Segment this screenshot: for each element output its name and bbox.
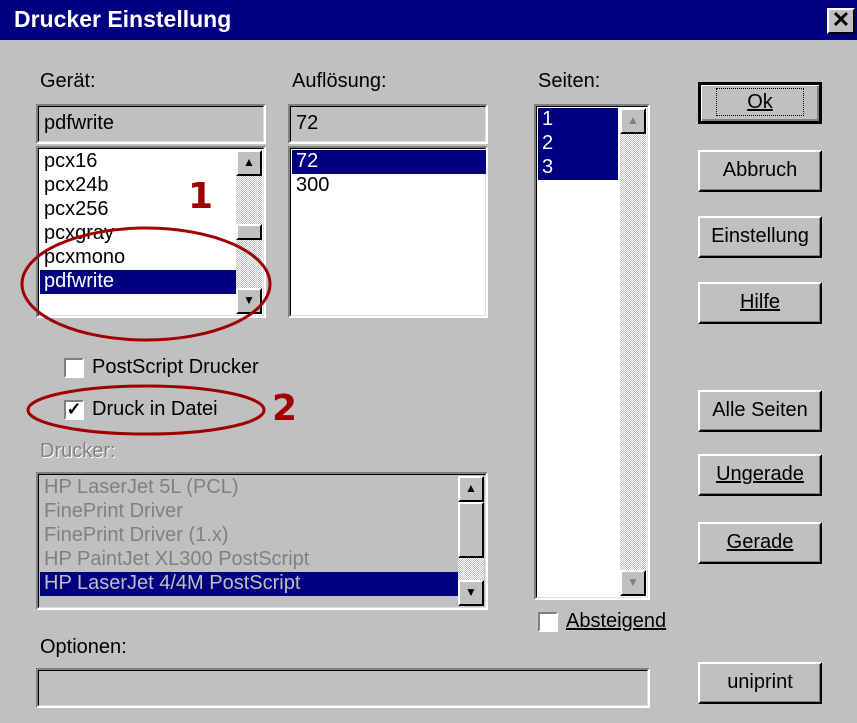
list-item[interactable]: pdfwrite [40, 270, 240, 294]
options-label: Optionen: [40, 636, 127, 658]
device-list: pcx16 pcx24b pcx256 pcxgray pcxmono pdfwrite [40, 150, 240, 294]
pages-listbox[interactable]: 123 ▲ ▼ [534, 104, 650, 600]
arrow-up-icon: ▲ [627, 113, 639, 127]
list-item[interactable]: 300 [292, 174, 486, 198]
list-item[interactable]: pcx16 [40, 150, 240, 174]
scroll-down-button[interactable]: ▼ [458, 580, 484, 606]
resolution-field-value: 72 [296, 112, 319, 134]
scroll-up-button[interactable]: ▲ [236, 150, 262, 176]
device-listbox[interactable]: pcx16 pcx24b pcx256 pcxgray pcxmono pdfwrite … [36, 146, 266, 318]
pages-scrollbar[interactable]: ▲ ▼ [620, 108, 646, 596]
settings-button[interactable]: Einstellung [698, 216, 822, 258]
device-field: pdfwrite [36, 104, 266, 144]
help-button[interactable]: Hilfe [698, 282, 822, 324]
list-item[interactable]: pcxgray [40, 222, 240, 246]
title-bar: Drucker Einstellung ✕ [0, 0, 857, 40]
printer-scrollbar[interactable]: ▲ ▼ [458, 476, 484, 606]
device-scrollbar[interactable]: ▲ ▼ [236, 150, 262, 314]
resolution-listbox[interactable]: 72 300 [288, 146, 488, 318]
printer-label: Drucker: [40, 440, 116, 462]
scroll-down-button[interactable]: ▼ [236, 288, 262, 314]
resolution-label: Auflösung: [292, 70, 387, 92]
window-title: Drucker Einstellung [14, 6, 232, 32]
pages-list: 123 [538, 108, 618, 180]
arrow-up-icon: ▲ [465, 481, 477, 495]
device-label: Gerät: [40, 70, 96, 92]
list-item[interactable]: 72 [292, 150, 486, 174]
postscript-checkbox-label: PostScript Drucker [92, 356, 259, 378]
scroll-up-button[interactable]: ▲ [620, 108, 646, 134]
printer-listbox[interactable]: HP LaserJet 5L (PCL) FinePrint Driver Fine… [36, 472, 488, 610]
arrow-down-icon: ▼ [465, 585, 477, 599]
list-item[interactable]: 3 [538, 156, 618, 180]
descending-label: Absteigend [566, 610, 667, 632]
device-field-value: pdfwrite [44, 112, 115, 134]
list-item[interactable]: pcxmono [40, 246, 240, 270]
annotation-number-1: 1 [188, 176, 214, 217]
all-pages-button[interactable]: Alle Seiten [698, 390, 822, 432]
pages-label: Seiten: [538, 70, 601, 92]
list-item[interactable]: 1 [538, 108, 618, 132]
scroll-thumb[interactable] [458, 502, 484, 558]
even-pages-button[interactable]: Gerade [698, 522, 822, 564]
list-item[interactable]: 2 [538, 132, 618, 156]
resolution-field: 72 [288, 104, 488, 144]
checkmark-icon[interactable]: ✓ [64, 400, 84, 420]
scroll-thumb[interactable] [236, 224, 262, 240]
close-icon: ✕ [831, 7, 851, 32]
list-item[interactable]: HP PaintJet XL300 PostScript [40, 548, 460, 572]
list-item[interactable]: FinePrint Driver (1.x) [40, 524, 460, 548]
cancel-button[interactable]: Abbruch [698, 150, 822, 192]
list-item[interactable]: FinePrint Driver [40, 500, 460, 524]
annotation-number-2: 2 [272, 388, 298, 429]
ok-button[interactable]: Ok [698, 82, 822, 124]
resolution-list: 72 300 [292, 150, 486, 198]
options-field[interactable] [36, 668, 650, 708]
arrow-up-icon: ▲ [243, 155, 255, 169]
odd-pages-button[interactable]: Ungerade [698, 454, 822, 496]
scroll-down-button[interactable]: ▼ [620, 570, 646, 596]
list-item[interactable]: HP LaserJet 4/4M PostScript [40, 572, 460, 596]
uniprint-button[interactable]: uniprint [698, 662, 822, 704]
checkbox-box[interactable] [538, 612, 558, 632]
close-button[interactable]: ✕ [827, 8, 855, 34]
printer-list: HP LaserJet 5L (PCL) FinePrint Driver Fine… [40, 476, 460, 596]
arrow-down-icon: ▼ [243, 293, 255, 307]
checkbox-box[interactable] [64, 358, 84, 378]
arrow-down-icon: ▼ [627, 575, 639, 589]
scroll-up-button[interactable]: ▲ [458, 476, 484, 502]
list-item[interactable]: HP LaserJet 5L (PCL) [40, 476, 460, 500]
print-to-file-label: Druck in Datei [92, 398, 218, 420]
